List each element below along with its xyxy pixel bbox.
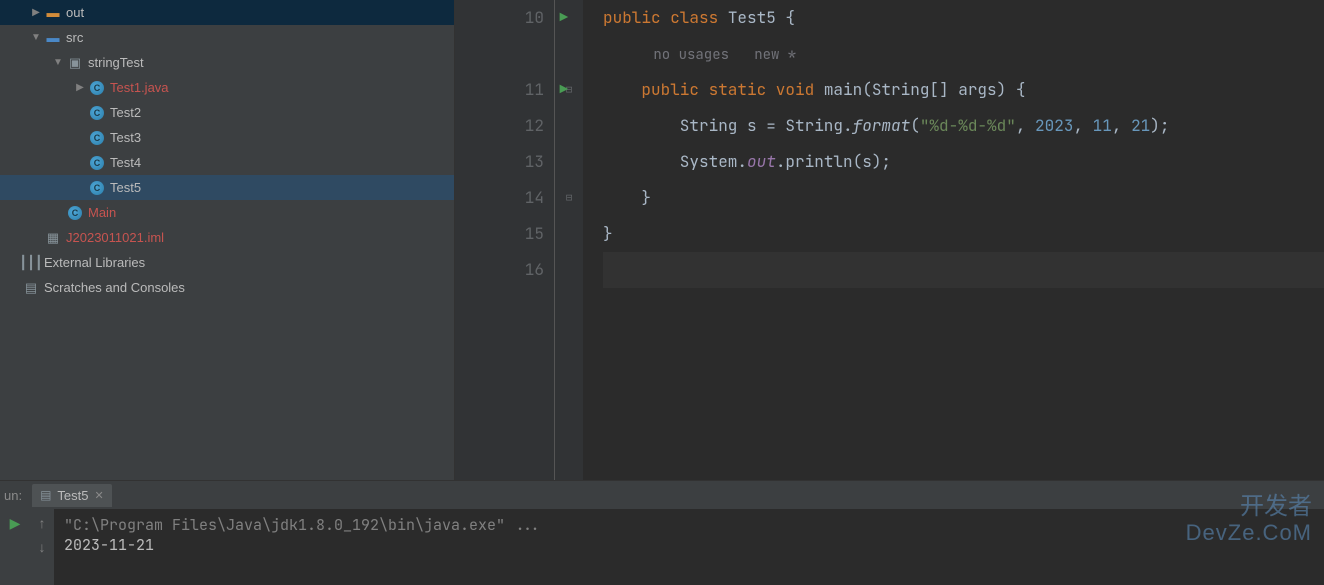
scroll-down-icon[interactable]: ↓	[39, 539, 46, 555]
line-number: 12	[455, 108, 544, 144]
line-number	[455, 36, 544, 72]
tree-item-label: src	[66, 30, 83, 45]
java-class-icon: C	[88, 104, 106, 122]
tree-item-label: stringTest	[88, 55, 144, 70]
run-toolbar: ▶	[0, 509, 30, 585]
fold-marker	[555, 144, 583, 180]
tree-item-j2023011021-iml[interactable]: ▦ J2023011021.iml	[0, 225, 454, 250]
code-line[interactable]: }	[603, 216, 1324, 252]
folder-icon: ▬	[44, 4, 62, 22]
line-number: 15	[455, 216, 544, 252]
run-tabs-bar: un: ▤ Test5 ✕	[0, 481, 1324, 509]
tree-item-scratches-and-consoles[interactable]: ▤ Scratches and Consoles	[0, 275, 454, 300]
tree-item-test1-java[interactable]: ▶C Test1.java	[0, 75, 454, 100]
run-output[interactable]: "C:\Program Files\Java\jdk1.8.0_192\bin\…	[54, 509, 1324, 585]
run-label: un:	[4, 488, 22, 503]
line-number-gutter: 10▶ 11▶1213141516	[455, 0, 555, 480]
tree-item-label: Scratches and Consoles	[44, 280, 185, 295]
rerun-icon[interactable]: ▶	[10, 515, 21, 532]
tree-item-label: out	[66, 5, 84, 20]
code-area[interactable]: public class Test5 { no usages new * pub…	[583, 0, 1324, 480]
fold-marker	[555, 252, 583, 288]
tree-item-main[interactable]: C Main	[0, 200, 454, 225]
tree-item-label: Test3	[110, 130, 141, 145]
code-line[interactable]: public class Test5 {	[603, 0, 1324, 36]
package-icon: ▣	[66, 54, 84, 72]
code-line[interactable]: no usages new *	[603, 36, 1324, 72]
line-number: 11▶	[455, 72, 544, 108]
code-line[interactable]: System.out.println(s);	[603, 144, 1324, 180]
java-class-icon: C	[88, 179, 106, 197]
tree-item-label: Test2	[110, 105, 141, 120]
line-number: 13	[455, 144, 544, 180]
line-number: 14	[455, 180, 544, 216]
tree-toggle-icon[interactable]: ▼	[50, 57, 66, 68]
tree-item-label: External Libraries	[44, 255, 145, 270]
tree-item-test4[interactable]: C Test4	[0, 150, 454, 175]
tree-item-src[interactable]: ▼▬ src	[0, 25, 454, 50]
fold-marker	[555, 36, 583, 72]
tree-item-test2[interactable]: C Test2	[0, 100, 454, 125]
run-gutter-icon[interactable]: ▶	[560, 72, 568, 108]
tree-toggle-icon[interactable]: ▼	[28, 32, 44, 43]
tree-item-label: J2023011021.iml	[66, 230, 164, 245]
code-line[interactable]: }	[603, 180, 1324, 216]
run-config-icon: ▤	[40, 488, 51, 502]
java-class-icon: C	[88, 154, 106, 172]
tree-item-stringtest[interactable]: ▼▣ stringTest	[0, 50, 454, 75]
libraries-icon: ┃┃┃	[22, 254, 40, 272]
project-tree[interactable]: ▶▬out▼▬src▼▣stringTest▶CTest1.javaCTest2…	[0, 0, 455, 480]
tree-item-test5[interactable]: C Test5	[0, 175, 454, 200]
iml-file-icon: ▦	[44, 229, 62, 247]
fold-marker	[555, 216, 583, 252]
tree-item-external-libraries[interactable]: ┃┃┃ External Libraries	[0, 250, 454, 275]
code-line[interactable]	[603, 252, 1324, 288]
tree-item-label: Main	[88, 205, 116, 220]
line-number: 16	[455, 252, 544, 288]
tree-item-label: Test4	[110, 155, 141, 170]
line-number: 10▶	[455, 0, 544, 36]
tree-item-test3[interactable]: C Test3	[0, 125, 454, 150]
java-class-icon: C	[88, 129, 106, 147]
java-class-icon: C	[88, 79, 106, 97]
close-icon[interactable]: ✕	[95, 489, 104, 502]
scratches-icon: ▤	[22, 279, 40, 297]
tree-item-out[interactable]: ▶▬ out	[0, 0, 454, 25]
run-gutter-icon[interactable]: ▶	[560, 0, 568, 36]
tree-toggle-icon[interactable]: ▶	[28, 7, 44, 18]
code-line[interactable]: public static void main(String[] args) {	[603, 72, 1324, 108]
run-tab-label: Test5	[57, 488, 88, 503]
fold-marker	[555, 108, 583, 144]
code-line[interactable]: String s = String.format("%d-%d-%d", 202…	[603, 108, 1324, 144]
output-line: 2023-11-21	[64, 535, 1314, 555]
output-command: "C:\Program Files\Java\jdk1.8.0_192\bin\…	[64, 515, 1314, 535]
java-class-icon: C	[66, 204, 84, 222]
folder-icon: ▬	[44, 29, 62, 47]
tree-item-label: Test5	[110, 180, 141, 195]
run-tool-window: un: ▤ Test5 ✕ ▶ ↑ ↓ "C:\Program Files\Ja…	[0, 480, 1324, 585]
tree-toggle-icon[interactable]: ▶	[72, 82, 88, 93]
scroll-up-icon[interactable]: ↑	[39, 515, 46, 531]
fold-marker[interactable]: ⊟	[555, 180, 583, 216]
tree-item-label: Test1.java	[110, 80, 169, 95]
run-indicator-bar: ↑ ↓	[30, 509, 54, 585]
code-editor[interactable]: 10▶11▶1213141516 ⊟⊟ public class Test5 {…	[455, 0, 1324, 480]
run-tab-test5[interactable]: ▤ Test5 ✕	[32, 484, 112, 507]
